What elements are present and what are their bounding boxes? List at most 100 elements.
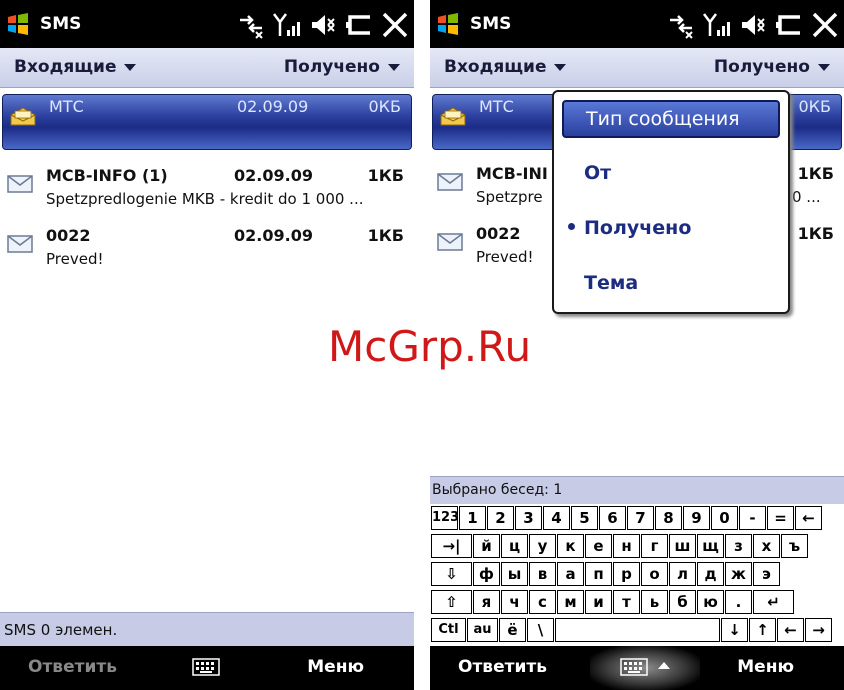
sort-menu-item-subject[interactable]: Тема: [562, 264, 780, 302]
keyboard-key[interactable]: \: [527, 618, 554, 642]
message-preview: Preved!: [46, 250, 104, 268]
sort-menu-item-received[interactable]: Получено: [562, 209, 780, 247]
message-date: 02.09.09: [237, 97, 309, 116]
keyboard-key[interactable]: =: [767, 506, 794, 530]
softkey-bar: Ответить Меню: [430, 646, 844, 690]
keyboard-key[interactable]: г: [641, 534, 668, 558]
battery-icon[interactable]: [774, 10, 804, 40]
keyboard-key[interactable]: 123: [431, 506, 459, 530]
message-row[interactable]: 0022 02.09.09 1КБ Preved!: [0, 222, 414, 282]
keyboard-key[interactable]: 2: [487, 506, 514, 530]
keyboard-key[interactable]: ш: [669, 534, 696, 558]
close-icon[interactable]: [810, 10, 840, 40]
keyboard-key[interactable]: н: [613, 534, 640, 558]
keyboard-key[interactable]: е: [585, 534, 612, 558]
keyboard-key[interactable]: в: [529, 562, 556, 586]
keyboard-key[interactable]: л: [669, 562, 696, 586]
keyboard-key[interactable]: з: [725, 534, 752, 558]
keyboard-key[interactable]: →: [805, 618, 832, 642]
keyboard-key[interactable]: у: [529, 534, 556, 558]
keyboard-key[interactable]: ц: [501, 534, 528, 558]
keyboard-key[interactable]: 8: [655, 506, 682, 530]
keyboard-key[interactable]: 4: [543, 506, 570, 530]
keyboard-key[interactable]: →|: [431, 534, 472, 558]
keyboard-key[interactable]: р: [613, 562, 640, 586]
reply-softkey[interactable]: Ответить: [28, 657, 117, 677]
windows-start-icon[interactable]: [6, 12, 30, 36]
keyboard-key[interactable]: ъ: [781, 534, 808, 558]
keyboard-key[interactable]: ↓: [721, 618, 748, 642]
keyboard-key[interactable]: м: [557, 590, 584, 614]
keyboard-key[interactable]: и: [585, 590, 612, 614]
sort-dropdown[interactable]: Получено: [284, 57, 400, 77]
keyboard-key[interactable]: ↑: [749, 618, 776, 642]
keyboard-key[interactable]: д: [697, 562, 724, 586]
keyboard-key[interactable]: х: [753, 534, 780, 558]
message-preview-tail: 0 ...: [792, 188, 821, 206]
menu-softkey[interactable]: Меню: [737, 657, 794, 677]
chevron-up-icon[interactable]: [658, 662, 670, 669]
keyboard-key[interactable]: ж: [725, 562, 752, 586]
keyboard-key[interactable]: ⇩: [431, 562, 472, 586]
keyboard-key[interactable]: 1: [459, 506, 486, 530]
keyboard-key[interactable]: щ: [697, 534, 724, 558]
keyboard-key[interactable]: -: [739, 506, 766, 530]
message-sender: МТС: [479, 97, 514, 116]
keyboard-key[interactable]: ё: [499, 618, 526, 642]
keyboard-key[interactable]: 3: [515, 506, 542, 530]
message-row[interactable]: MCB-INFO (1) 02.09.09 1КБ Spetzpredlogen…: [0, 162, 414, 222]
sort-menu-item-from[interactable]: От: [562, 154, 780, 192]
signal-strength-icon[interactable]: [272, 10, 302, 40]
keyboard-key[interactable]: о: [641, 562, 668, 586]
reply-softkey[interactable]: Ответить: [458, 657, 547, 677]
keyboard-key[interactable]: к: [557, 534, 584, 558]
message-row-selected[interactable]: МТС 02.09.09 0КБ: [2, 94, 412, 150]
keyboard-key[interactable]: Ctl: [431, 618, 466, 642]
keyboard-key[interactable]: й: [473, 534, 500, 558]
signal-strength-icon[interactable]: [702, 10, 732, 40]
keyboard-icon[interactable]: [620, 656, 648, 678]
battery-icon[interactable]: [344, 10, 374, 40]
keyboard-key[interactable]: ф: [473, 562, 500, 586]
keyboard-key[interactable]: с: [529, 590, 556, 614]
connectivity-icon[interactable]: [236, 10, 266, 40]
folder-dropdown[interactable]: Входящие: [444, 57, 567, 77]
windows-start-icon[interactable]: [436, 12, 460, 36]
volume-muted-icon[interactable]: [308, 10, 338, 40]
folder-dropdown[interactable]: Входящие: [14, 57, 137, 77]
keyboard-key[interactable]: ь: [641, 590, 668, 614]
sort-dropdown[interactable]: Получено: [714, 57, 830, 77]
keyboard-key-space[interactable]: [555, 618, 720, 642]
keyboard-key[interactable]: а: [557, 562, 584, 586]
keyboard-key[interactable]: ←: [777, 618, 804, 642]
softkey-bar: Ответить Меню: [0, 646, 414, 690]
keyboard-key[interactable]: au: [467, 618, 498, 642]
keyboard-key[interactable]: э: [753, 562, 780, 586]
keyboard-key[interactable]: 5: [571, 506, 598, 530]
volume-muted-icon[interactable]: [738, 10, 768, 40]
close-icon[interactable]: [380, 10, 410, 40]
message-sender: MCB-INFO (1): [46, 166, 168, 185]
keyboard-key[interactable]: 7: [627, 506, 654, 530]
keyboard-key[interactable]: ←: [795, 506, 822, 530]
keyboard-icon[interactable]: [192, 656, 220, 678]
keyboard-key[interactable]: ↵: [753, 590, 794, 614]
sort-menu-item-label: Тема: [584, 272, 639, 294]
keyboard-key[interactable]: 6: [599, 506, 626, 530]
connectivity-icon[interactable]: [666, 10, 696, 40]
keyboard-key[interactable]: 9: [683, 506, 710, 530]
keyboard-key[interactable]: т: [613, 590, 640, 614]
keyboard-key[interactable]: 0: [711, 506, 738, 530]
keyboard-key[interactable]: я: [473, 590, 500, 614]
sort-menu-item-type[interactable]: Тип сообщения: [562, 100, 780, 138]
keyboard-key[interactable]: ю: [697, 590, 724, 614]
menu-softkey[interactable]: Меню: [307, 657, 364, 677]
keyboard-key[interactable]: .: [725, 590, 752, 614]
title-bar: SMS: [430, 0, 844, 48]
keyboard-key[interactable]: ⇧: [431, 590, 472, 614]
keyboard-key[interactable]: ч: [501, 590, 528, 614]
message-date: 02.09.09: [234, 166, 313, 185]
keyboard-key[interactable]: п: [585, 562, 612, 586]
keyboard-key[interactable]: б: [669, 590, 696, 614]
keyboard-key[interactable]: ы: [501, 562, 528, 586]
